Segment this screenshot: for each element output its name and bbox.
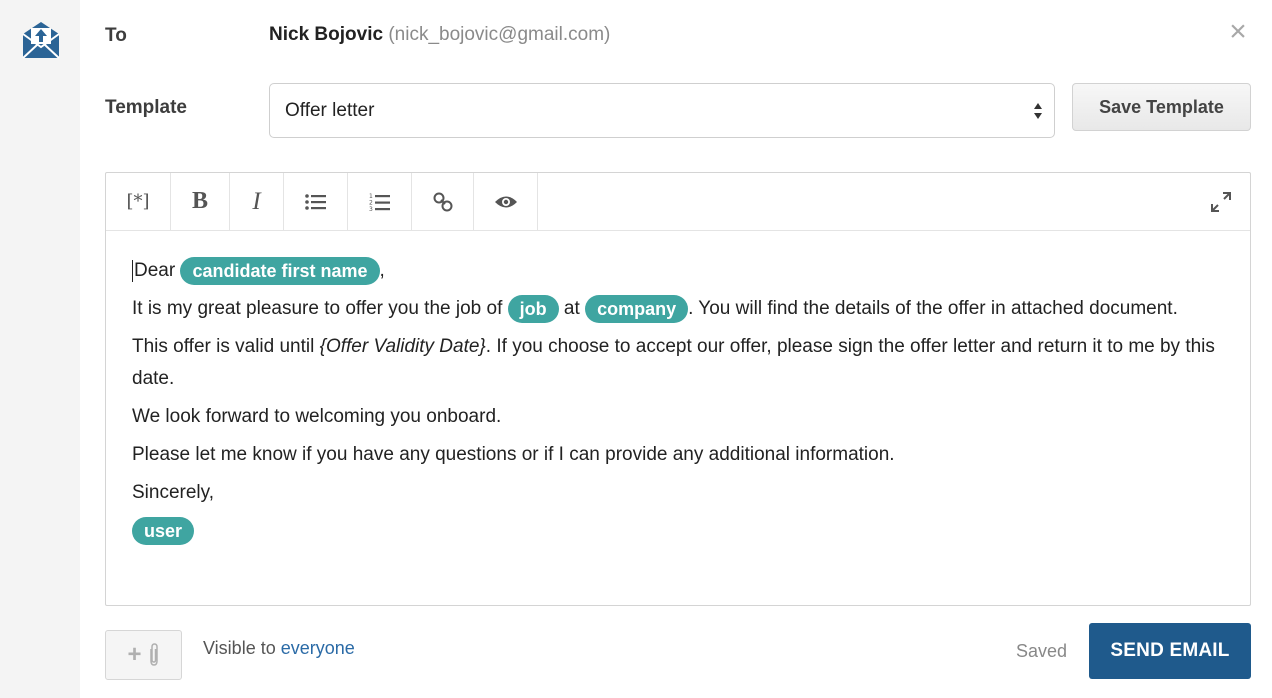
offer-text-b: at [563,298,580,319]
email-open-icon [22,22,60,59]
visibility-everyone-link[interactable]: everyone [281,638,355,658]
bulleted-list-button[interactable] [284,173,348,230]
text-caret [132,259,133,282]
numbered-list-icon: 1 2 3 [369,193,390,212]
merge-chip-candidate-first-name[interactable]: candidate first name [180,256,380,285]
link-icon [433,192,452,211]
recipient-email: (nick_bojovic@gmail.com) [388,24,611,45]
saved-status: Saved [1016,641,1068,661]
offer-text-a: It is my great pleasure to offer you the… [132,298,503,319]
plus-icon: + [127,641,142,668]
italic-button[interactable]: I [230,173,284,230]
merge-chip-user[interactable]: user [132,516,195,545]
select-arrows-icon [1034,103,1042,119]
add-attachment-button[interactable]: + [105,630,182,680]
bold-icon: B [191,188,208,214]
template-select[interactable]: Offer letter [269,83,1055,138]
body-paragraph-questions: Please let me know if you have any quest… [132,444,895,465]
email-body[interactable]: Dear candidate first name, It is my grea… [132,255,1232,553]
greeting-comma: , [379,260,385,281]
merge-field-button[interactable]: [*] [106,173,171,230]
numbered-list-button[interactable]: 1 2 3 [348,173,412,230]
save-template-button[interactable]: Save Template [1072,83,1251,131]
recipient: Nick Bojovic (nick_bojovic@gmail.com) [269,24,610,46]
recipient-name: Nick Bojovic [269,24,384,45]
body-paragraph-welcome: We look forward to welcoming you onboard… [132,406,502,427]
signoff: Sincerely, [132,482,215,503]
validity-text-a: This offer is valid until [132,336,315,357]
merge-field-icon: [*] [126,191,150,212]
visibility-setting: Visible to everyone [203,638,355,659]
email-editor[interactable]: [*] B I 1 2 3 Dear candidate first name … [105,172,1251,606]
close-icon[interactable]: × [1224,17,1252,47]
bulleted-list-icon [304,193,326,210]
editor-toolbar: [*] B I 1 2 3 [106,173,1250,231]
visibility-prefix: Visible to [203,638,276,658]
signature-line: user [132,515,1232,547]
body-paragraph-offer: It is my great pleasure to offer you the… [132,293,1232,325]
greeting-line: Dear candidate first name, [132,255,1232,287]
expand-icon[interactable] [1210,191,1232,213]
paperclip-icon [149,643,158,666]
preview-button[interactable] [474,173,538,230]
merge-chip-company[interactable]: company [585,294,689,323]
to-label: To [105,25,127,46]
offer-text-c: . You will find the details of the offer… [688,298,1178,319]
link-button[interactable] [412,173,474,230]
italic-icon: I [252,187,261,215]
template-select-value: Offer letter [285,100,375,121]
body-paragraph-validity: This offer is valid until {Offer Validit… [132,331,1232,395]
send-email-button[interactable]: SEND EMAIL [1089,623,1251,679]
offer-validity-date-token: {Offer Validity Date} [319,336,486,357]
template-label: Template [105,97,188,118]
greeting-text: Dear [134,260,176,281]
left-rail [0,0,80,698]
bold-button[interactable]: B [171,173,230,230]
preview-eye-icon [494,196,517,207]
merge-chip-job[interactable]: job [507,294,559,323]
svg-text:3: 3 [369,206,373,212]
